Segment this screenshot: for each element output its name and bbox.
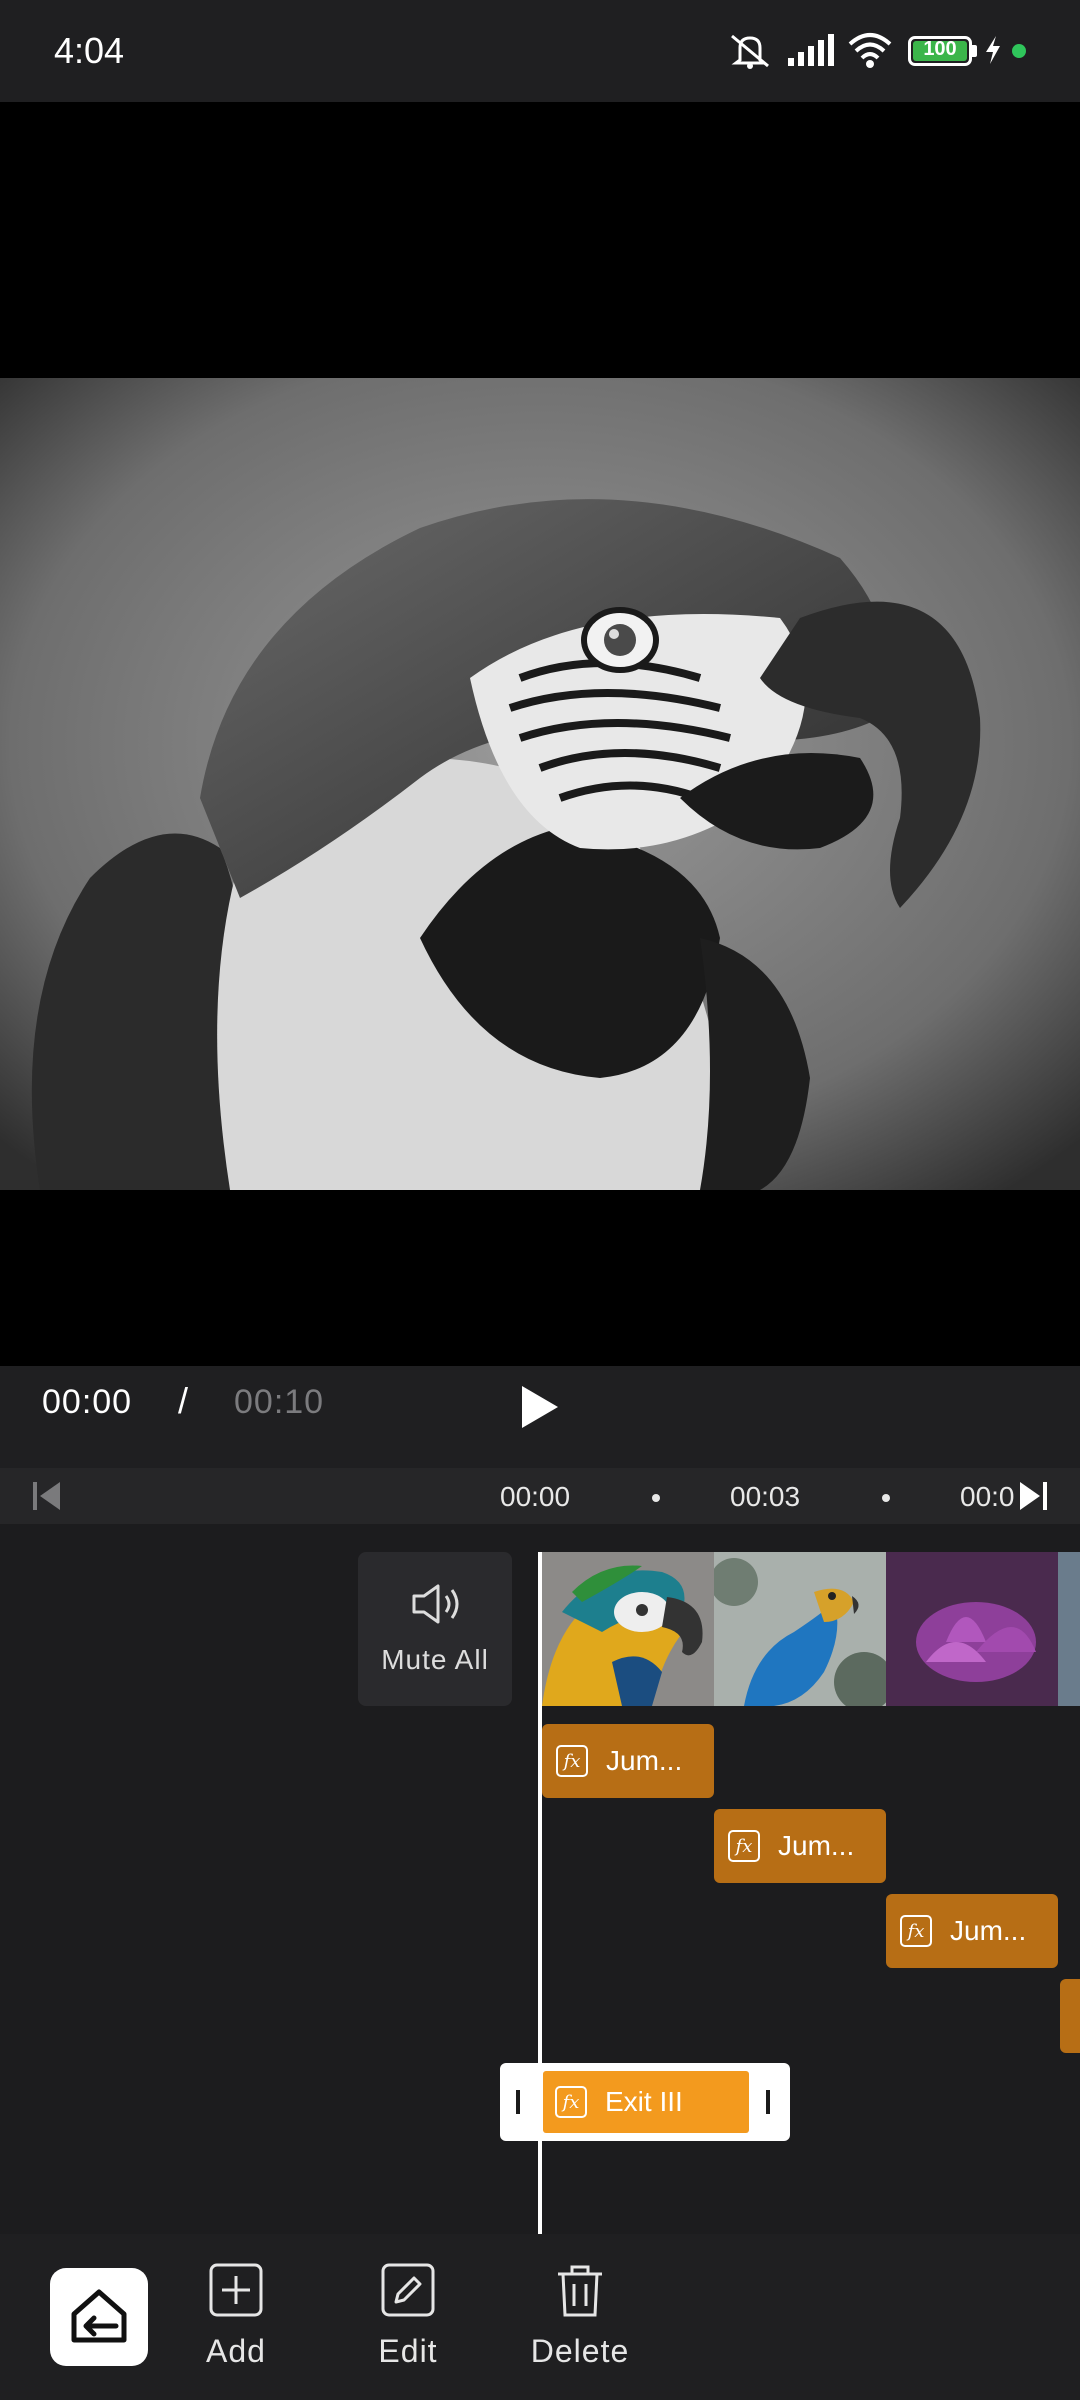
edit-label: Edit <box>378 2333 438 2369</box>
time-separator: / <box>178 1380 189 1421</box>
selected-clip-label: Exit III <box>605 2086 683 2117</box>
play-button[interactable] <box>516 1382 562 1432</box>
mute-all-button[interactable]: Mute All <box>358 1552 512 1706</box>
battery-level: 100 <box>923 38 957 60</box>
ruler-tick-label: 00:03 <box>730 1481 801 1512</box>
charging-icon <box>986 36 1000 64</box>
video-clip-thumbnail[interactable] <box>542 1552 714 1706</box>
edit-icon <box>381 2263 435 2317</box>
video-clip-thumbnail[interactable] <box>886 1552 1058 1706</box>
ruler-dot <box>652 1494 660 1502</box>
add-button[interactable]: Add <box>166 2262 306 2370</box>
parrot-photo <box>0 378 1080 1190</box>
current-time: 00:00 <box>42 1383 133 1421</box>
add-icon <box>209 2263 263 2317</box>
status-time: 4:04 <box>54 30 125 71</box>
battery-tip <box>972 45 977 57</box>
effect-clip-label: Jum... <box>606 1745 683 1776</box>
video-clip-thumbnail[interactable] <box>1058 1552 1080 1706</box>
mute-all-label: Mute All <box>381 1644 489 1675</box>
skip-to-end-icon[interactable] <box>1016 1480 1050 1512</box>
effect-clip-partial[interactable] <box>1060 1979 1080 2053</box>
ruler-dot <box>882 1494 890 1502</box>
fx-icon: fx <box>900 1915 932 1947</box>
selected-effect-clip[interactable]: fx Exit III <box>543 2071 749 2133</box>
battery-icon: 100 <box>908 36 972 66</box>
total-time: 00:10 <box>234 1383 325 1421</box>
delete-button[interactable]: Delete <box>510 2262 650 2370</box>
playhead[interactable] <box>538 1552 542 2234</box>
ruler-tick-label: 00:00 <box>500 1481 571 1512</box>
effect-clip[interactable]: fx Jum... <box>714 1809 886 1883</box>
effect-clip-label: Jum... <box>778 1830 855 1861</box>
ruler-tick-label: 00:0 <box>960 1481 1015 1512</box>
edit-button[interactable]: Edit <box>338 2262 478 2370</box>
fx-icon: fx <box>728 1830 760 1862</box>
skip-to-start-icon[interactable] <box>30 1480 64 1512</box>
signal-icon <box>788 34 834 66</box>
trim-handle-left[interactable] <box>516 2090 520 2114</box>
back-to-home-icon <box>71 2289 127 2343</box>
back-button[interactable] <box>50 2268 148 2366</box>
trash-icon <box>558 2265 602 2317</box>
wifi-icon <box>848 33 892 68</box>
fx-icon: fx <box>556 1745 588 1777</box>
fx-icon: fx <box>555 2086 587 2118</box>
effect-clip-label: Jum... <box>950 1915 1027 1946</box>
mute-notification-icon <box>731 34 769 69</box>
add-label: Add <box>206 2333 266 2369</box>
speaker-icon <box>412 1584 459 1624</box>
delete-label: Delete <box>530 2333 630 2369</box>
privacy-dot <box>1012 44 1026 58</box>
effect-clip[interactable]: fx Jum... <box>542 1724 714 1798</box>
video-clip-thumbnail[interactable] <box>714 1552 886 1706</box>
effect-clip[interactable]: fx Jum... <box>886 1894 1058 1968</box>
trim-handle-right[interactable] <box>766 2090 770 2114</box>
